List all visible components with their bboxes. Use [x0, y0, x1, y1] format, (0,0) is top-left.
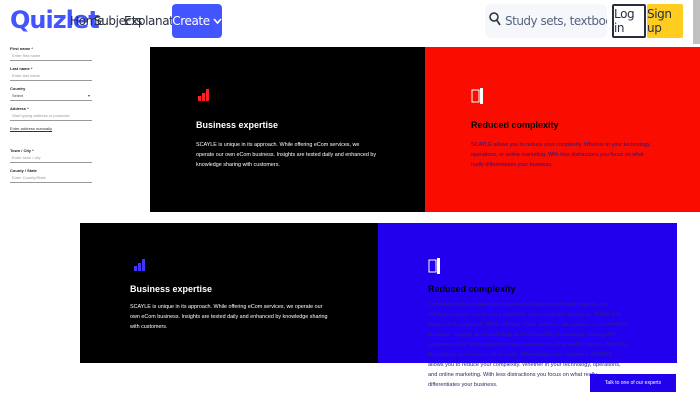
country-select[interactable]: Select ▾ — [10, 91, 92, 101]
search-icon — [489, 11, 501, 31]
login-button[interactable]: Log in — [612, 4, 646, 38]
address-form: First name * Enter first name Last name … — [10, 46, 92, 188]
talk-to-expert-button[interactable]: Talk to one of our experts — [590, 374, 676, 392]
signup-button[interactable]: Sign up — [647, 4, 683, 38]
create-button[interactable]: Create — [172, 4, 222, 38]
country-value: Select — [12, 93, 24, 98]
card-body: SCAYLE allows you to reduce your complex… — [471, 142, 651, 168]
card-title: Reduced complexity — [428, 284, 516, 294]
card-title: Business expertise — [196, 120, 279, 130]
chevron-down-icon — [213, 14, 222, 28]
address-field[interactable]: Start typing address or postcode — [10, 111, 92, 121]
town-field[interactable]: Enter town / city — [10, 153, 92, 163]
business-expertise-card: Business expertise SCAYLE is unique in i… — [150, 47, 425, 212]
chevron-down-icon: ▾ — [87, 93, 90, 98]
search-placeholder: Study sets, textbooks, ... — [505, 14, 607, 28]
site-header: Quizlet Home Subjects Explanations Creat… — [0, 0, 700, 44]
card-title: Business expertise — [130, 284, 213, 294]
reduced-complexity-card: Reduced complexity SCAYLE allows you to … — [425, 47, 700, 212]
bar-chart-icon — [134, 259, 146, 271]
card-body: SCAYLE is unique in its approach. While … — [196, 142, 377, 168]
page: Quizlet Home Subjects Explanations Creat… — [0, 0, 700, 400]
scrollbar[interactable] — [693, 0, 700, 44]
business-expertise-card: Business expertise SCAYLE is unique in i… — [80, 223, 378, 363]
manual-address-link[interactable]: Enter address manually — [10, 126, 92, 132]
search-input[interactable]: Study sets, textbooks, ... — [485, 4, 607, 38]
complexity-icon — [428, 257, 446, 280]
bar-chart-icon — [198, 89, 210, 101]
county-field[interactable]: Enter County/State — [10, 173, 92, 183]
first-name-field[interactable]: Enter first name — [10, 51, 92, 61]
card-body: SCAYLE is unique in its approach. While … — [130, 304, 328, 330]
complexity-icon — [471, 87, 489, 110]
feature-band-1: Business expertise SCAYLE is unique in i… — [150, 47, 700, 212]
create-label: Create — [172, 14, 210, 28]
card-title: Reduced complexity — [471, 120, 559, 130]
last-name-field[interactable]: Enter last name — [10, 71, 92, 81]
